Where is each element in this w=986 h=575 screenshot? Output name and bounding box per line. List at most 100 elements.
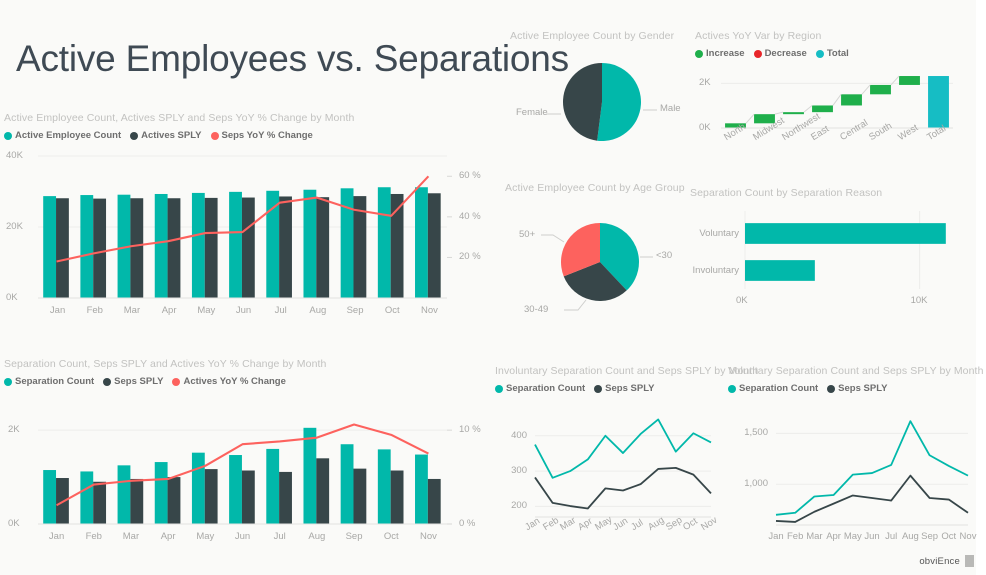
axis-tick-label: 60 % [459, 170, 481, 182]
axis-tick-label: Mar [123, 305, 141, 316]
legend-item[interactable]: Separation Count [728, 383, 818, 394]
legend-item[interactable]: Separation Count [495, 383, 585, 394]
axis-tick-label: 0K [736, 295, 748, 306]
axis-tick-label: Oct [383, 531, 399, 542]
plot-area[interactable]: 1,000 1,500 Jan Feb Mar Apr May Jun Jul Aug Sep Oct… [728, 399, 980, 560]
legend-label: Separation Count [506, 383, 586, 394]
axis-tick-label: Feb [85, 531, 102, 542]
axis-tick-label: 0K [6, 292, 18, 303]
visual-separations-by-month[interactable]: Separation Count, Seps SPLY and Actives … [4, 358, 499, 558]
legend-item[interactable]: Active Employee Count [4, 130, 121, 141]
axis-tick-label: 50+ [519, 229, 536, 240]
axis-tick-label: Nov [420, 305, 438, 316]
axis-tick-label: 0K [699, 122, 711, 133]
legend-item[interactable]: Decrease [753, 48, 807, 59]
axis-tick-label: 1,500 [744, 427, 768, 439]
axis-tick-label: <30 [656, 250, 673, 261]
axis-tick-label: Jun [234, 531, 251, 542]
axis-tick-label: 30-49 [524, 304, 549, 315]
legend-swatch-icon [815, 49, 824, 58]
plot-area[interactable]: <30 30-49 50+ [505, 200, 690, 327]
legend-label: Actives YoY % Change [183, 376, 286, 387]
axis-tick-label: Female [516, 107, 548, 118]
legend-item[interactable]: Seps YoY % Change [210, 130, 313, 141]
axis-tick-label: 10 % [459, 424, 481, 436]
axis-tick-label: Jan [48, 531, 65, 542]
legend-label: Decrease [764, 48, 807, 59]
visual-title: Active Employee Count, Actives SPLY and … [4, 112, 355, 124]
visual-title: Separation Count by Separation Reason [690, 187, 883, 199]
legend-swatch-icon [103, 377, 112, 386]
legend-label: Seps SPLY [838, 383, 888, 394]
plot-area[interactable]: 200 300 400 Jan Feb Mar Apr May Jun Jul Aug Sep Oct N… [495, 399, 727, 560]
legend-label: Total [826, 48, 849, 59]
axis-tick-label: May [197, 305, 216, 316]
legend: Separation Count Seps SPLY Actives YoY %… [4, 376, 499, 387]
legend-label: Seps SPLY [605, 383, 655, 394]
legend-swatch-icon [495, 384, 503, 393]
visual-separation-by-reason[interactable]: Separation Count by Separation Reason 0K… [690, 187, 980, 312]
legend-swatch-icon [594, 384, 603, 393]
report-canvas: Active Employees vs. Separations Active … [0, 0, 986, 575]
axis-tick-label: Mar [122, 531, 140, 542]
legend-swatch-icon [4, 377, 12, 386]
visual-involuntary-separations-by-month[interactable]: Involuntary Separation Count and Seps SP… [495, 365, 758, 560]
legend-item[interactable]: Increase [695, 48, 745, 59]
footer-brand: obviEnce [919, 555, 974, 567]
legend-item[interactable]: Actives SPLY [130, 130, 202, 141]
axis-tick-label: 300 [511, 465, 527, 477]
visual-active-employees-by-month[interactable]: Active Employee Count, Actives SPLY and … [4, 112, 499, 332]
legend-swatch-icon [753, 49, 762, 58]
axis-tick-label: 400 [511, 429, 527, 441]
brand-label: obviEnce [919, 555, 960, 567]
legend-swatch-icon [130, 131, 139, 140]
legend-label: Active Employee Count [15, 130, 122, 141]
axis-tick-label: Jun [235, 305, 252, 316]
legend-swatch-icon [827, 384, 836, 393]
legend: Active Employee Count Actives SPLY Seps … [4, 130, 499, 141]
axis-tick-label: 200 [511, 500, 527, 512]
axis-tick-label: Sep [346, 305, 364, 316]
legend-label: Separation Count [15, 376, 95, 387]
legend-item[interactable]: Seps SPLY [103, 376, 163, 387]
axis-tick-label: 40 % [459, 210, 481, 222]
axis-tick-label: 2K [699, 77, 711, 89]
legend: Increase Decrease Total [695, 48, 980, 59]
visual-gender-pie[interactable]: Active Employee Count by Gender Female Ma… [510, 30, 690, 170]
visual-title: Active Employee Count by Age Group [505, 182, 685, 194]
axis-tick-label: Jul [273, 531, 286, 542]
axis-tick-label: Feb [86, 305, 103, 316]
legend-label: Increase [706, 48, 745, 59]
legend-item[interactable]: Actives YoY % Change [172, 376, 286, 387]
plot-area[interactable]: 0K 20K 40K 20 % 40 % 60 % Jan Feb Mar Apr May Jun Ju… [4, 148, 499, 332]
legend-item[interactable]: Seps SPLY [827, 383, 887, 394]
plot-area[interactable]: Female Male [510, 48, 690, 170]
legend-label: Actives SPLY [141, 130, 202, 141]
visual-actives-yoy-by-region[interactable]: Actives YoY Var by Region Increase Decre… [695, 30, 980, 170]
legend: Separation Count Seps SPLY [728, 383, 980, 394]
visual-title: Separation Count, Seps SPLY and Actives … [4, 358, 327, 370]
legend: Separation Count Seps SPLY [495, 383, 727, 394]
legend-item[interactable]: Seps SPLY [594, 383, 654, 394]
axis-tick-label: Jul [274, 305, 287, 316]
plot-area[interactable]: 0K 2K 0 % 10 % Jan Feb Mar Apr May Jun Jul Aug Sep Oc… [4, 394, 499, 558]
visual-title: Active Employee Count by Gender [510, 30, 675, 42]
axis-tick-label: Aug [309, 305, 327, 316]
axis-tick-label: Apr [161, 305, 177, 316]
axis-tick-label: Jan [49, 305, 66, 316]
visual-age-group-pie[interactable]: Active Employee Count by Age Group <30 30… [505, 182, 690, 327]
axis-tick-label: Aug [308, 531, 326, 542]
plot-area[interactable]: 0K 10K Voluntary Involuntary [690, 205, 980, 312]
axis-tick-label: Oct [384, 305, 400, 316]
axis-tick-label: Apr [160, 531, 176, 542]
brand-logo-icon [965, 555, 974, 567]
axis-tick-label: 10K [910, 295, 928, 306]
axis-tick-label: 40K [6, 150, 23, 161]
legend-item[interactable]: Separation Count [4, 376, 94, 387]
legend-item[interactable]: Total [815, 48, 849, 59]
legend-swatch-icon [210, 131, 219, 140]
plot-area[interactable]: 0K 2K North Midwest Northwest East Central Sout… [695, 64, 980, 170]
axis-tick-label: May [196, 531, 215, 542]
visual-voluntary-separations-by-month[interactable]: Voluntary Separation Count and Seps SPLY… [728, 365, 983, 560]
axis-tick-label: 0K [8, 518, 20, 529]
